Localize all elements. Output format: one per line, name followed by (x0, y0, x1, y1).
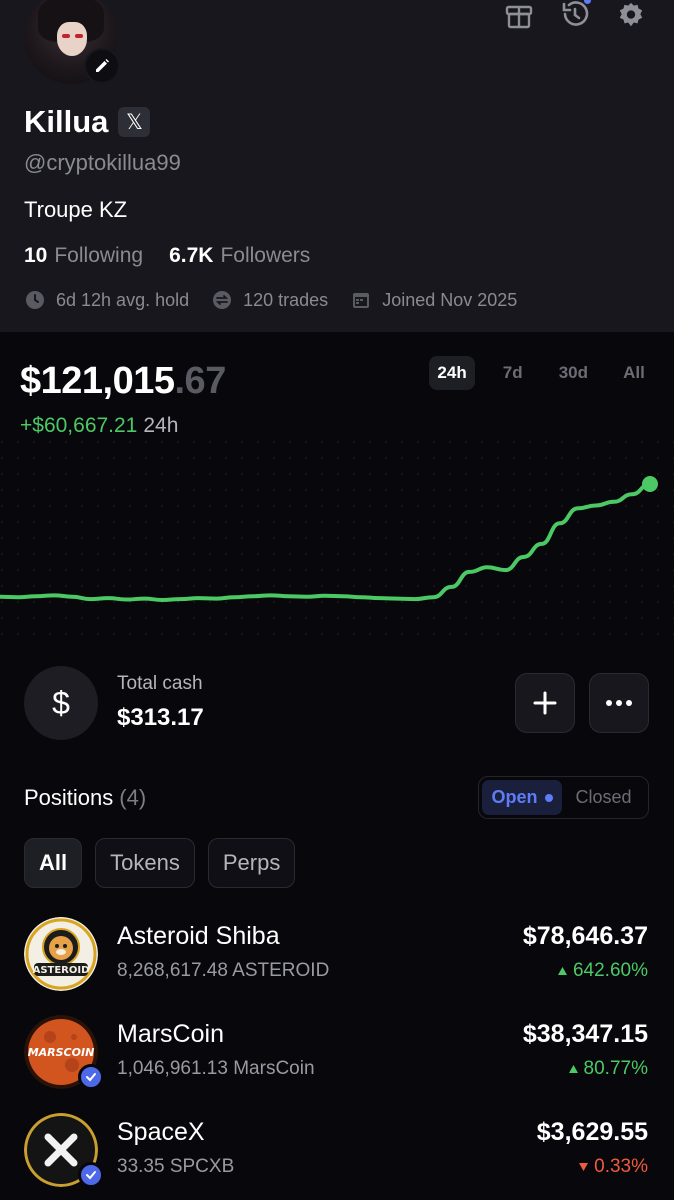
portfolio-balance: $121,015.67 (20, 360, 226, 402)
triangle-down-icon (579, 1163, 589, 1171)
add-cash-button[interactable] (515, 673, 575, 733)
verified-icon (78, 1162, 104, 1188)
plus-icon (533, 691, 557, 715)
positions-title: Positions (4) (24, 785, 147, 810)
following-label: Following (54, 244, 144, 267)
position-filters: All Tokens Perps (24, 838, 296, 888)
pencil-icon (96, 59, 109, 72)
asteroid-shiba-logo-icon: ASTEROID (24, 917, 98, 991)
profile-name: Killua (24, 104, 109, 139)
range-24h[interactable]: 24h (429, 356, 475, 390)
following-count: 10 (24, 244, 48, 267)
position-row-spacex[interactable]: SpaceX 33.35 SPCXB $3,629.55 0.33% (0, 1108, 674, 1194)
follow-stats: 10 Following 6.7K Followers (24, 244, 310, 268)
filter-all[interactable]: All (24, 838, 83, 888)
joined-stat: Joined Nov 2025 (350, 289, 517, 311)
more-options-button[interactable] (589, 673, 649, 733)
history-button[interactable] (558, 0, 592, 30)
verified-icon (78, 1064, 104, 1090)
position-row-asteroid-shiba[interactable]: ASTEROID Asteroid Shiba 8,268,617.48 AST… (0, 912, 674, 998)
position-change: 642.60% (557, 960, 648, 982)
trades-stat: 120 trades (211, 289, 328, 311)
positions-count: (4) (119, 785, 147, 810)
cash-icon: $ (24, 666, 98, 740)
followers-link[interactable]: 6.7K Followers (169, 244, 310, 268)
svg-text:MARSCOIN: MARSCOIN (28, 1046, 95, 1059)
range-30d[interactable]: 30d (551, 356, 596, 390)
open-dot-icon (544, 793, 553, 802)
followers-label: Followers (220, 244, 311, 267)
portfolio-chart[interactable] (0, 440, 674, 640)
history-icon (562, 1, 589, 26)
position-name: Asteroid Shiba (117, 922, 280, 950)
toggle-open[interactable]: Open (482, 780, 562, 815)
edit-avatar-button[interactable] (84, 48, 120, 84)
filter-perps[interactable]: Perps (207, 838, 296, 888)
avg-hold-stat: 6d 12h avg. hold (24, 289, 189, 311)
gift-button[interactable] (502, 0, 536, 30)
range-selector: 24h 7d 30d All (429, 356, 656, 390)
position-name: SpaceX (117, 1118, 205, 1146)
position-name: MarsCoin (117, 1020, 224, 1048)
pnl-period: 24h (143, 414, 179, 437)
x-link-icon[interactable]: 𝕏 (118, 107, 151, 137)
gift-icon (505, 5, 533, 29)
followers-count: 6.7K (169, 244, 214, 267)
clock-icon (24, 289, 46, 311)
header-actions (502, 0, 648, 30)
filter-tokens[interactable]: Tokens (95, 838, 195, 888)
position-amount: 33.35 SPCXB (117, 1156, 235, 1177)
pnl-change: +$60,667.21 24h (20, 414, 178, 438)
position-value: $38,347.15 (522, 1020, 648, 1048)
settings-button[interactable] (614, 0, 648, 30)
chart-grid (0, 440, 674, 640)
position-value: $3,629.55 (536, 1118, 648, 1146)
triangle-up-icon (568, 1065, 578, 1073)
position-amount: 8,268,617.48 ASTEROID (117, 960, 330, 981)
position-change: 80.77% (568, 1058, 648, 1080)
position-amount: 1,046,961.13 MarsCoin (117, 1058, 315, 1079)
cash-label: Total cash (117, 673, 203, 694)
position-row-marscoin[interactable]: MARSCOIN MarsCoin 1,046,961.13 MarsCoin … (0, 1010, 674, 1096)
calendar-icon (350, 289, 372, 311)
settings-icon (619, 2, 643, 27)
chart-endpoint (642, 476, 658, 492)
more-icon (606, 700, 632, 706)
name-row: Killua 𝕏 (24, 104, 151, 140)
following-link[interactable]: 10 Following (24, 244, 143, 268)
trader-stats: 6d 12h avg. hold 120 trades Joined Nov 2… (24, 289, 539, 311)
profile-bio: Troupe KZ (24, 197, 128, 222)
position-value: $78,646.37 (522, 922, 648, 950)
pnl-value: +$60,667.21 (20, 414, 138, 437)
swap-icon (211, 289, 233, 311)
cash-value: $313.17 (117, 704, 204, 731)
toggle-closed[interactable]: Closed (562, 787, 645, 808)
svg-text:ASTEROID: ASTEROID (33, 965, 90, 976)
range-all[interactable]: All (612, 356, 656, 390)
open-closed-toggle: Open Closed (478, 776, 649, 819)
profile-header: Killua 𝕏 @cryptokillua99 Troupe KZ 10 Fol… (0, 0, 674, 332)
position-change: 0.33% (578, 1156, 648, 1178)
range-7d[interactable]: 7d (491, 356, 535, 390)
triangle-up-icon (557, 967, 567, 975)
profile-handle: @cryptokillua99 (24, 150, 181, 175)
